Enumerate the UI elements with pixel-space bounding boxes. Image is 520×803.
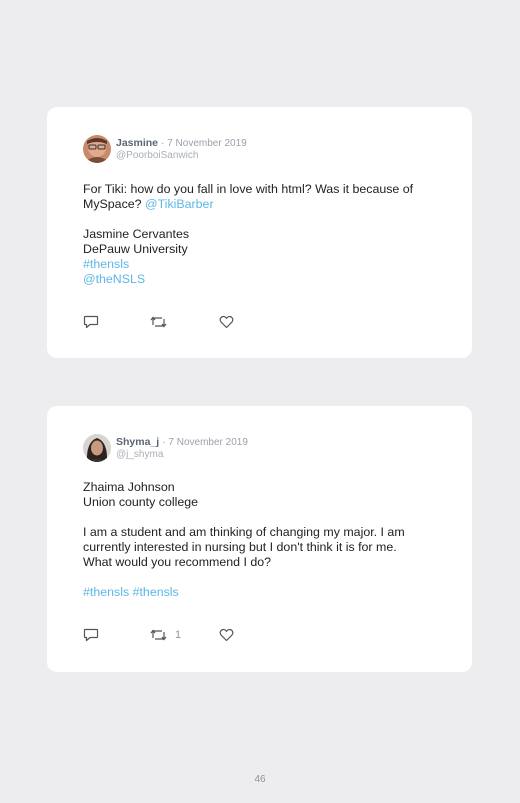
retweet-button[interactable]: 1 [150, 627, 181, 643]
retweet-icon [150, 316, 167, 328]
body-line: currently interested in nursing but I do… [83, 540, 397, 554]
author-name[interactable]: Jasmine [116, 137, 158, 149]
mention-link[interactable]: @TikiBarber [145, 197, 214, 211]
reply-icon [83, 628, 99, 642]
user-photo-icon [83, 135, 111, 163]
tweet-body: For Tiki: how do you fall in love with h… [83, 182, 453, 287]
body-line: Union county college [83, 495, 199, 509]
hashtag-links[interactable]: #thensls #thensls [83, 585, 453, 600]
retweet-icon [150, 629, 167, 641]
like-button[interactable] [219, 314, 234, 330]
user-photo-icon [83, 434, 111, 462]
tweet-header: Jasmine · 7 November 2019 @PoorboiSanwic… [116, 137, 247, 162]
body-text: MySpace? [83, 197, 142, 211]
like-button[interactable] [219, 627, 234, 643]
author-name[interactable]: Shyma_j [116, 436, 159, 448]
body-line: I am a student and am thinking of changi… [83, 525, 405, 539]
reply-icon [83, 315, 99, 329]
reply-button[interactable] [83, 627, 99, 643]
tweet-card-shyma: Shyma_j · 7 November 2019 @j_shyma Zhaim… [47, 406, 472, 672]
heart-icon [219, 315, 234, 329]
body-line: What would you recommend I do? [83, 555, 272, 569]
body-line: DePauw University [83, 242, 188, 256]
retweet-button[interactable] [150, 314, 167, 330]
separator: · [160, 138, 165, 149]
post-date: 7 November 2019 [168, 437, 248, 448]
body-line: Zhaima Johnson [83, 480, 175, 494]
body-line: For Tiki: how do you fall in love with h… [83, 182, 414, 196]
heart-icon [219, 628, 234, 642]
tweet-card-jasmine: Jasmine · 7 November 2019 @PoorboiSanwic… [47, 107, 472, 358]
page-number: 46 [254, 774, 266, 785]
tweet-actions: 1 [83, 627, 283, 643]
avatar[interactable] [83, 434, 111, 462]
reply-button[interactable] [83, 314, 99, 330]
avatar[interactable] [83, 135, 111, 163]
post-date: 7 November 2019 [167, 138, 247, 149]
body-line: MySpace? @TikiBarber [83, 197, 453, 212]
retweet-count: 1 [175, 629, 182, 641]
tweet-body: Zhaima Johnson Union county college I am… [83, 480, 453, 600]
hashtag-link[interactable]: #thensls [83, 257, 453, 272]
separator: · [162, 437, 166, 448]
body-line: Jasmine Cervantes [83, 227, 190, 241]
tweet-actions [83, 314, 283, 330]
author-handle[interactable]: @PoorboiSanwich [116, 150, 247, 162]
tweet-header: Shyma_j · 7 November 2019 @j_shyma [116, 436, 248, 461]
author-handle[interactable]: @j_shyma [116, 449, 248, 461]
mention-link[interactable]: @theNSLS [83, 272, 453, 287]
